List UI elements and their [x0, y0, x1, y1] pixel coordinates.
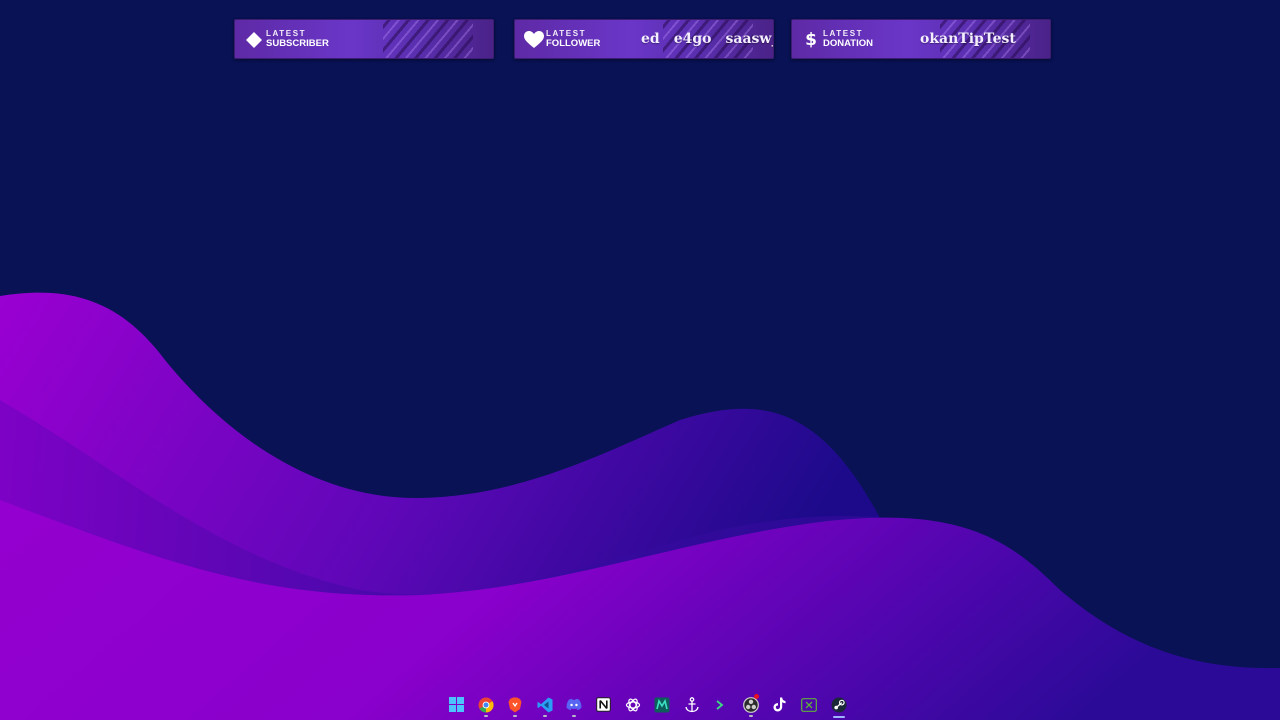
label-top: LATEST — [266, 29, 307, 38]
donation-ticker: okanTipTest — [918, 20, 1050, 58]
running-indicator — [542, 715, 547, 717]
running-indicator — [572, 715, 577, 717]
latest-subscriber-widget: LATEST SUBSCRIBER — [234, 19, 494, 59]
donor-name: okanTipTest — [920, 31, 1016, 47]
running-indicator — [484, 715, 489, 717]
latest-donation-widget: $ LATEST DONATION okanTipTest — [791, 19, 1051, 59]
anchor-icon[interactable] — [677, 691, 706, 718]
running-indicator — [513, 715, 518, 717]
chrome-icon[interactable] — [471, 691, 500, 718]
notion-icon[interactable] — [589, 691, 618, 718]
label-bottom: FOLLOWER — [546, 38, 601, 49]
label-bottom: SUBSCRIBER — [266, 38, 329, 49]
windows-start-icon[interactable] — [442, 691, 471, 718]
tiktok-icon[interactable] — [765, 691, 794, 718]
chatgpt-icon[interactable] — [618, 691, 647, 718]
follower-name: saasw_ — [725, 31, 773, 47]
obs-icon[interactable] — [736, 691, 765, 718]
follower-label: LATEST FOLLOWER — [546, 30, 600, 49]
follower-ticker: ed e4go saasw_ — [641, 20, 773, 58]
teal-app-icon[interactable] — [648, 691, 677, 718]
terminal-icon[interactable] — [707, 691, 736, 718]
dollar-icon: $ — [805, 29, 817, 50]
subscriber-ticker — [361, 20, 493, 58]
label-top: LATEST — [823, 29, 864, 38]
follower-name: ed — [641, 31, 660, 47]
active-indicator — [832, 716, 845, 718]
label-bottom: DONATION — [823, 38, 873, 49]
brave-icon[interactable] — [501, 691, 530, 718]
running-indicator — [748, 715, 753, 717]
heart-icon — [524, 30, 544, 50]
discord-icon[interactable] — [560, 691, 589, 718]
steam-icon[interactable] — [824, 691, 853, 718]
diamond-icon — [244, 30, 264, 50]
follower-name: e4go — [673, 31, 712, 47]
taskbar — [442, 691, 853, 718]
vscode-icon[interactable] — [530, 691, 559, 718]
donation-label: LATEST DONATION — [823, 30, 873, 49]
desktop: LATEST SUBSCRIBER LATEST FOLLOWER ed e4go… — [0, 0, 1280, 720]
latest-follower-widget: LATEST FOLLOWER ed e4go saasw_ — [514, 19, 774, 59]
xbox-icon[interactable] — [795, 691, 824, 718]
subscriber-label: LATEST SUBSCRIBER — [266, 30, 329, 49]
label-top: LATEST — [546, 29, 587, 38]
wallpaper-waves — [0, 292, 1280, 720]
